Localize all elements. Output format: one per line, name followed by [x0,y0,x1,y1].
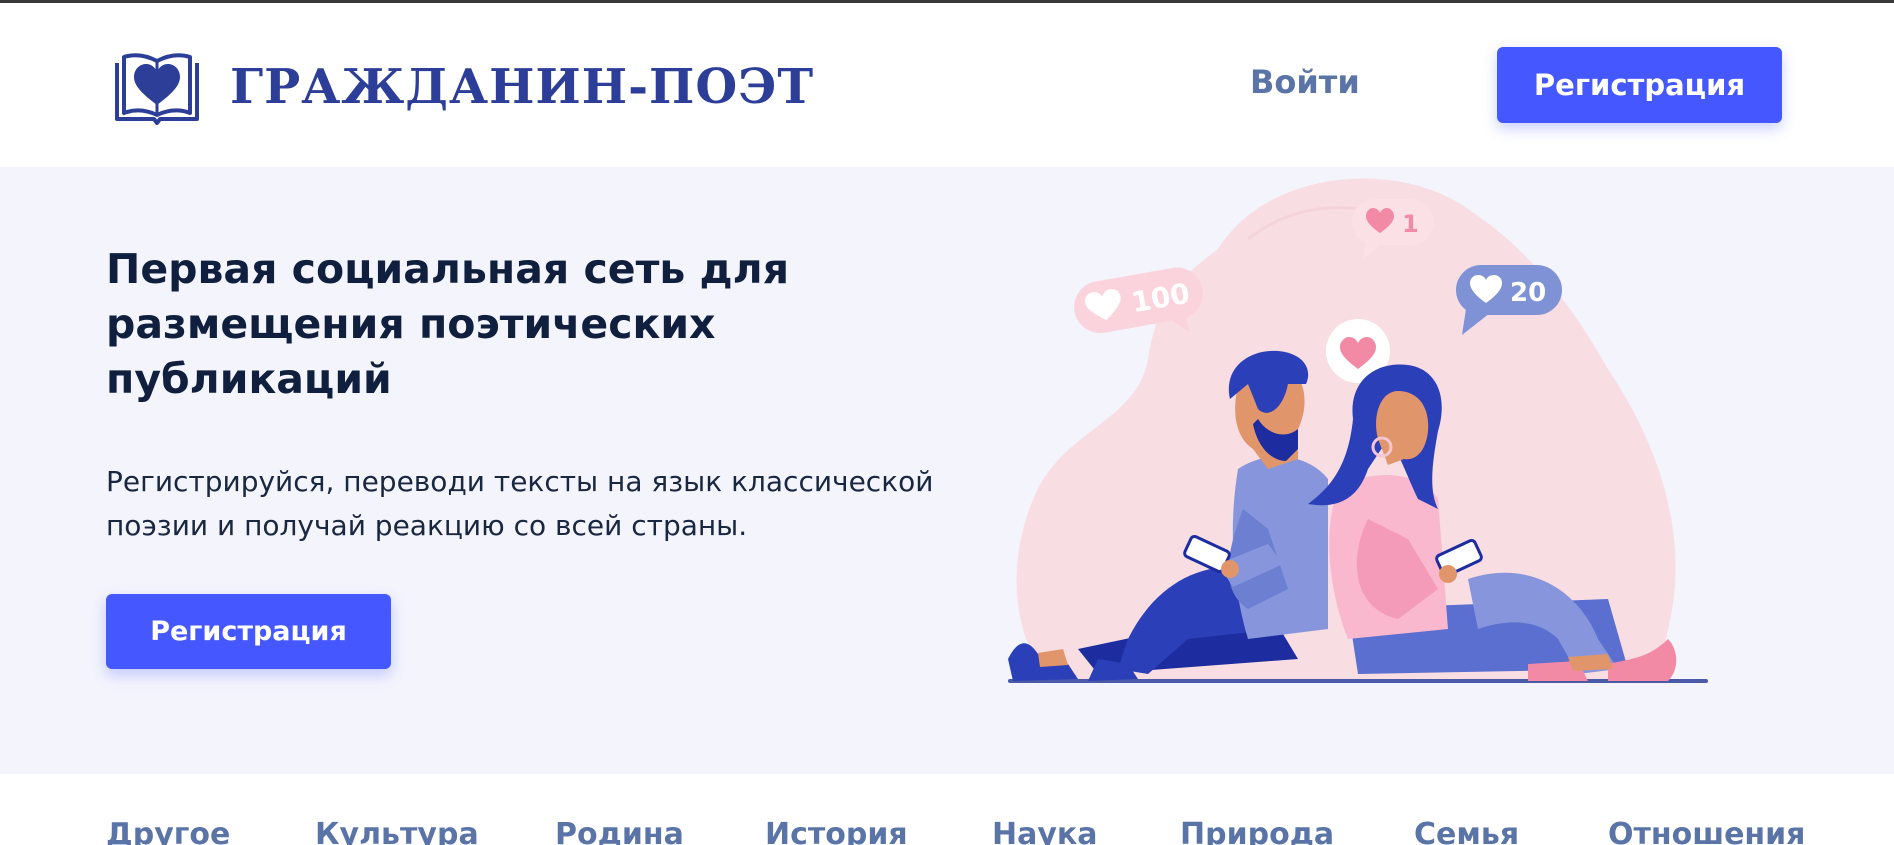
category-link-family[interactable]: Семья [1414,817,1519,845]
category-link-relationships[interactable]: Отношения [1608,817,1805,845]
hero-title: Первая социальная сеть для размещения по… [106,245,790,403]
couple-reading-illustration: 100 1 20 [1008,178,1708,683]
site-header: ГРАЖДАНИН-ПОЭТ Войти Регистрация [0,3,1894,169]
brand-name: ГРАЖДАНИН-ПОЭТ [230,59,815,115]
brand-logo-link[interactable]: ГРАЖДАНИН-ПОЭТ [114,49,814,125]
hero-section: Первая социальная сеть для размещения по… [0,167,1894,774]
category-link-culture[interactable]: Культура [315,817,479,845]
book-heart-icon [115,53,199,125]
login-link[interactable]: Войти [1250,63,1360,101]
hero-register-button[interactable]: Регистрация [106,594,391,669]
category-link-science[interactable]: Наука [992,817,1098,845]
svg-text:1: 1 [1402,210,1419,238]
hero-description: Регистрируйся, переводи тексты на язык к… [106,465,934,542]
category-link-other[interactable]: Другое [106,817,230,845]
svg-text:20: 20 [1510,278,1546,308]
category-link-history[interactable]: История [765,817,908,845]
category-link-motherland[interactable]: Родина [555,817,684,845]
header-register-button[interactable]: Регистрация [1497,47,1782,123]
category-link-nature[interactable]: Природа [1180,817,1334,845]
category-nav: Другое Культура Родина История Наука При… [0,774,1894,845]
